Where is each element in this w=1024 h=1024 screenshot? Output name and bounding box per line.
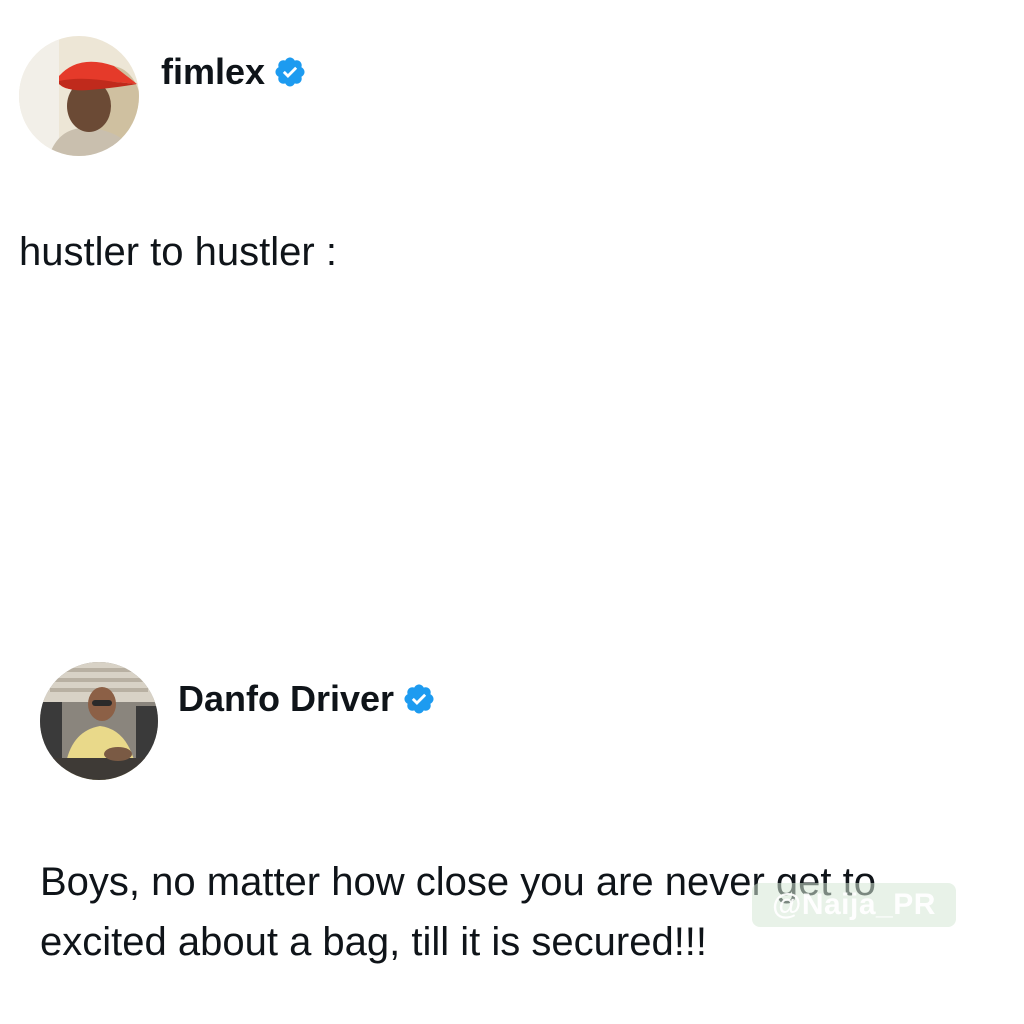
author-name[interactable]: Danfo Driver [178, 678, 394, 720]
avatar-red-cap-icon [19, 36, 139, 156]
danfo-driver-avatar[interactable] [40, 662, 158, 780]
fimlex-avatar[interactable] [19, 36, 139, 156]
avatar-man-at-desk-icon [40, 662, 158, 780]
quoted-tweet-text: Boys, no matter how close you are never … [40, 852, 876, 972]
quoted-tweet-line: excited about a bag, till it is secured!… [40, 920, 708, 964]
verified-badge-icon [273, 55, 307, 89]
fimlex-display-name[interactable]: fimlex [161, 50, 307, 94]
quoted-tweet-line: Boys, no matter how close you are never … [40, 860, 876, 904]
main-tweet-text: hustler to hustler : [19, 230, 337, 274]
verified-badge-icon [402, 682, 436, 716]
author-name[interactable]: fimlex [161, 51, 265, 93]
danfo-driver-display-name[interactable]: Danfo Driver [178, 677, 436, 721]
watermark: @Naija_PR [752, 883, 956, 927]
